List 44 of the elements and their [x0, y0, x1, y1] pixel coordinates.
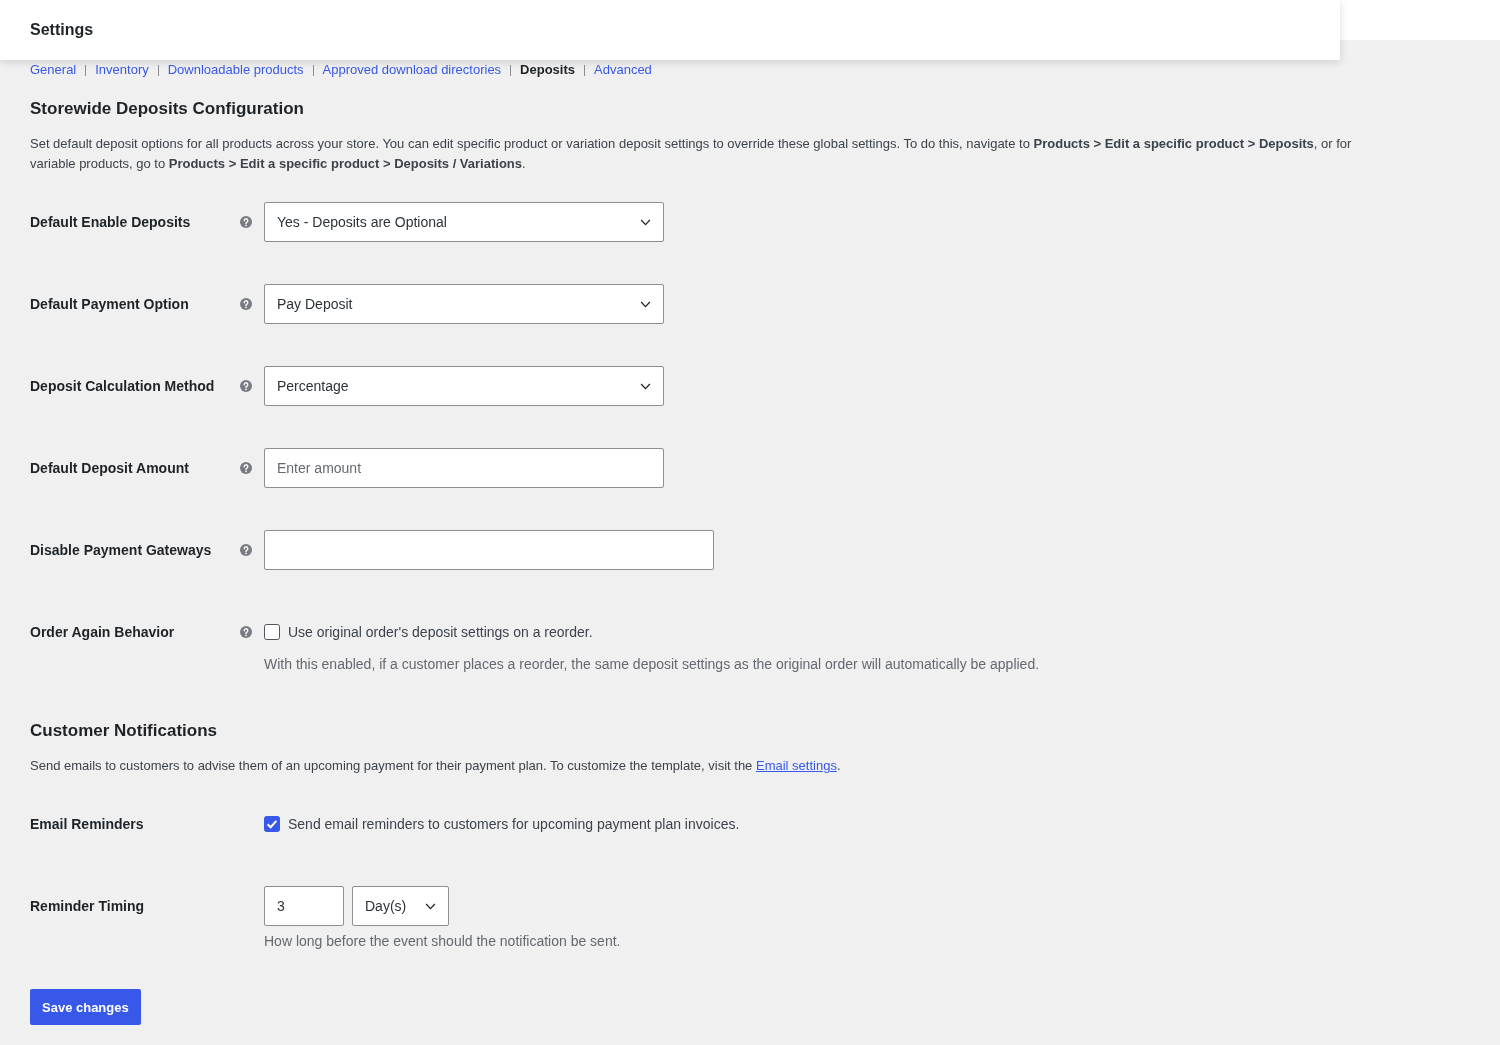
tab[interactable]: General [30, 62, 77, 78]
help-icon[interactable] [240, 544, 252, 556]
field-description: With this enabled, if a customer places a reorder, the same deposit settings as the original order will automatically be applied. [264, 655, 1040, 674]
dropdown[interactable]: Pay Deposit [264, 284, 664, 324]
tab[interactable]: Downloadable products [167, 62, 304, 78]
field-label: Default Deposit Amount [30, 459, 189, 478]
section-heading: Storewide Deposits Configuration [30, 98, 304, 120]
help-icon[interactable] [240, 298, 252, 310]
field-label: Email Reminders [30, 815, 144, 834]
checkbox-label[interactable]: Use original order's deposit settings on a reorder. [288, 624, 593, 640]
checkbox[interactable] [264, 816, 280, 832]
field-label: Disable Payment Gateways [30, 541, 212, 560]
section-description: Send emails to customers to advise them of an upcoming payment for their payment plan. To customize the template, visit the Email settings. [30, 757, 841, 775]
text-field[interactable]: Enter amount [264, 448, 664, 488]
chevron-down-icon [640, 218, 651, 226]
field-label: Deposit Calculation Method [30, 377, 215, 396]
chevron-down-icon [425, 902, 436, 910]
dropdown[interactable]: Percentage [264, 366, 664, 406]
section-description: Set default deposit options for all products across your store. You can edit specific product or variation deposit settings to override these global settings. To do this, navigate to Products > Edit a specific product > Deposits, or for variable products, go to Products > Edit a specific product > Deposits / Variations. [30, 135, 1353, 173]
chevron-down-icon [640, 382, 651, 390]
checkbox[interactable] [264, 624, 280, 640]
number-field[interactable]: 3 [264, 886, 344, 926]
tab[interactable]: Approved download directories [322, 62, 502, 78]
help-icon[interactable] [240, 380, 252, 392]
dropdown[interactable]: Yes - Deposits are Optional [264, 202, 664, 242]
help-icon[interactable] [240, 462, 252, 474]
help-icon[interactable] [240, 216, 252, 228]
dropdown[interactable]: Day(s) [352, 886, 449, 926]
field-description: How long before the event should the notification be sent. [264, 932, 621, 951]
text-link[interactable]: Email settings [755, 758, 837, 773]
field-label: Order Again Behavior [30, 623, 175, 642]
help-icon[interactable] [240, 626, 252, 638]
tab[interactable]: Deposits [520, 62, 575, 78]
section-heading: Customer Notifications [30, 720, 218, 742]
page-title: Settings [30, 21, 94, 39]
multiselect-field[interactable] [264, 530, 714, 570]
field-label: Default Payment Option [30, 295, 189, 314]
chevron-down-icon [640, 300, 651, 308]
save-button[interactable]: Save changes [30, 989, 141, 1025]
tab[interactable]: Inventory [95, 62, 149, 78]
tab[interactable]: Advanced [594, 62, 652, 78]
field-label: Default Enable Deposits [30, 213, 191, 232]
field-label: Reminder Timing [30, 897, 145, 916]
checkbox-label[interactable]: Send email reminders to customers for upcoming payment plan invoices. [288, 816, 740, 832]
